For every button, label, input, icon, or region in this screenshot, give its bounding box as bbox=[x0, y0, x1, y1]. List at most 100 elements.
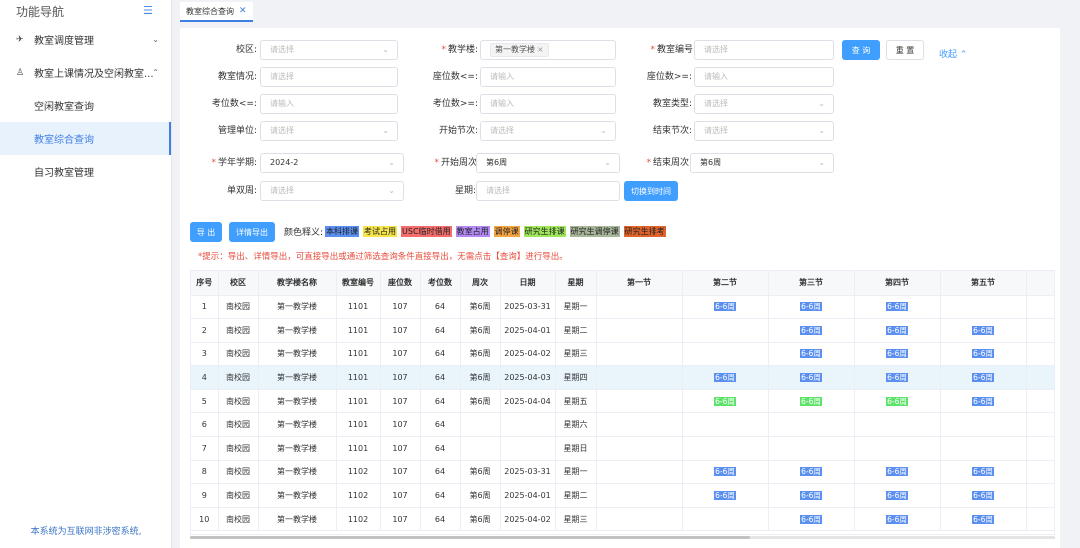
exam-le-input[interactable]: 请输入 bbox=[260, 94, 398, 114]
course-week-badge[interactable]: 6-6周 bbox=[714, 467, 736, 477]
course-week-badge[interactable]: 6-6周 bbox=[886, 514, 908, 524]
period-cell[interactable]: 6-6周 bbox=[682, 483, 769, 508]
table-row[interactable]: 2 南校园 第一教学楼 1101 107 64 第6周 2025-04-01 星期二 6-6周 6-… bbox=[191, 318, 1054, 343]
period-cell[interactable] bbox=[682, 436, 769, 461]
course-week-badge[interactable]: 6-6周 bbox=[800, 467, 822, 477]
table-row[interactable]: 10 南校园 第一教学楼 1102 107 64 第6周 2025-04-02 星期三 6-6周 6… bbox=[191, 507, 1054, 532]
table-row[interactable]: 6 南校园 第一教学楼 1101 107 64 星期六 bbox=[191, 412, 1054, 438]
switch-time-button[interactable]: 切换到时间 bbox=[624, 181, 678, 201]
period-cell[interactable]: 6-6周 bbox=[768, 342, 855, 367]
campus-select[interactable]: 请选择 ⌄ bbox=[260, 40, 398, 60]
period-cell[interactable] bbox=[768, 436, 855, 461]
course-week-badge[interactable]: 6-6周 bbox=[972, 349, 994, 359]
course-week-badge[interactable]: 6-6周 bbox=[886, 325, 908, 335]
sidebar-item-classroom-query[interactable]: 教室综合查询 bbox=[0, 122, 171, 155]
period-cell[interactable]: 6-6周 bbox=[854, 365, 941, 390]
period-cell[interactable]: 6-6周 bbox=[854, 295, 941, 320]
course-week-badge[interactable]: 6-6周 bbox=[972, 491, 994, 501]
menu-group-classroom-usage[interactable]: ♙ 教室上课情况及空闲教室... ⌃ bbox=[0, 56, 171, 89]
table-row[interactable]: 8 南校园 第一教学楼 1102 107 64 第6周 2025-03-31 星期一 6-6周 6-… bbox=[191, 460, 1054, 485]
period-cell[interactable]: 6-6周 bbox=[940, 389, 1027, 414]
reset-button[interactable]: 重 置 bbox=[886, 40, 924, 60]
course-week-badge[interactable]: 6-6周 bbox=[886, 491, 908, 501]
export-detail-button[interactable]: 详情导出 bbox=[229, 222, 275, 242]
term-select[interactable]: 2024-2 ⌄ bbox=[260, 153, 404, 173]
period-cell[interactable] bbox=[596, 483, 683, 508]
scrollbar-thumb[interactable] bbox=[190, 536, 750, 539]
period-cell[interactable]: 6-6周 bbox=[768, 295, 855, 320]
end-week-select[interactable]: 第6周 ⌄ bbox=[690, 153, 834, 173]
sidebar-item-study-room[interactable]: 自习教室管理 bbox=[0, 155, 171, 188]
period-cell[interactable]: 6-6周 bbox=[682, 389, 769, 414]
period-cell[interactable]: 6-6周 bbox=[940, 365, 1027, 390]
period-cell[interactable] bbox=[596, 436, 683, 461]
table-row[interactable]: 1 南校园 第一教学楼 1101 107 64 第6周 2025-03-31 星期一 6-6周 6-… bbox=[191, 295, 1054, 320]
period-cell[interactable]: 6-6周 bbox=[768, 460, 855, 485]
course-week-badge[interactable]: 6-6周 bbox=[886, 302, 908, 312]
period-cell[interactable]: 6-6周 bbox=[682, 365, 769, 390]
course-week-badge[interactable]: 6-6周 bbox=[972, 325, 994, 335]
period-cell[interactable] bbox=[682, 412, 769, 438]
course-week-badge[interactable]: 6-6周 bbox=[972, 396, 994, 406]
query-button[interactable]: 查 询 bbox=[842, 40, 880, 60]
period-cell[interactable]: 6-6周 bbox=[854, 389, 941, 414]
period-cell[interactable]: 6-6周 bbox=[682, 460, 769, 485]
period-cell[interactable]: 6-6周 bbox=[682, 295, 769, 320]
tag-close-icon[interactable]: × bbox=[537, 45, 544, 54]
period-cell[interactable]: 6-6周 bbox=[854, 318, 941, 343]
course-week-badge[interactable]: 6-6周 bbox=[972, 514, 994, 524]
exam-ge-input[interactable]: 请输入 bbox=[480, 94, 616, 114]
course-week-badge[interactable]: 6-6周 bbox=[800, 325, 822, 335]
period-cell[interactable]: 6-6周 bbox=[854, 483, 941, 508]
table-row[interactable]: 9 南校园 第一教学楼 1102 107 64 第6周 2025-04-01 星期二 6-6周 6-… bbox=[191, 483, 1054, 508]
menu-group-classroom-scheduling[interactable]: ✈ 教室调度管理 ⌄ bbox=[0, 23, 171, 56]
course-week-badge[interactable]: 6-6周 bbox=[886, 396, 908, 406]
course-week-badge[interactable]: 6-6周 bbox=[800, 491, 822, 501]
odd-even-select[interactable]: 请选择 ⌄ bbox=[260, 181, 404, 201]
sidebar-item-free-classroom[interactable]: 空闲教室查询 bbox=[0, 89, 171, 122]
period-cell[interactable]: 6-6周 bbox=[768, 483, 855, 508]
period-cell[interactable] bbox=[682, 507, 769, 532]
course-week-badge[interactable]: 6-6周 bbox=[886, 349, 908, 359]
room-no-select[interactable]: 请选择 bbox=[694, 40, 834, 60]
seat-ge-input[interactable]: 请输入 bbox=[694, 67, 834, 87]
menu-collapse-icon[interactable]: ☰ bbox=[143, 5, 155, 16]
building-select[interactable]: 第一教学楼 × bbox=[480, 40, 616, 60]
start-week-select[interactable]: 第6周 ⌄ bbox=[476, 153, 620, 173]
course-week-badge[interactable]: 6-6周 bbox=[714, 396, 736, 406]
course-week-badge[interactable]: 6-6周 bbox=[972, 467, 994, 477]
period-cell[interactable] bbox=[596, 342, 683, 367]
room-type-select[interactable]: 请选择 ⌄ bbox=[694, 94, 834, 114]
close-icon[interactable]: ✕ bbox=[239, 6, 247, 16]
dept-select[interactable]: 请选择 ⌄ bbox=[260, 121, 398, 141]
period-cell[interactable] bbox=[596, 412, 683, 438]
period-cell[interactable] bbox=[854, 436, 941, 461]
course-week-badge[interactable]: 6-6周 bbox=[972, 373, 994, 383]
period-cell[interactable]: 6-6周 bbox=[768, 507, 855, 532]
horizontal-scrollbar[interactable] bbox=[190, 536, 1055, 539]
period-cell[interactable]: 6-6周 bbox=[940, 318, 1027, 343]
course-week-badge[interactable]: 6-6周 bbox=[800, 396, 822, 406]
period-cell[interactable] bbox=[596, 507, 683, 532]
course-week-badge[interactable]: 6-6周 bbox=[714, 302, 736, 312]
period-cell[interactable]: 6-6周 bbox=[854, 460, 941, 485]
weekday-select[interactable]: 请选择 bbox=[476, 181, 620, 201]
period-cell[interactable] bbox=[940, 412, 1027, 438]
period-cell[interactable]: 6-6周 bbox=[940, 483, 1027, 508]
course-week-badge[interactable]: 6-6周 bbox=[714, 491, 736, 501]
course-week-badge[interactable]: 6-6周 bbox=[714, 373, 736, 383]
export-button[interactable]: 导 出 bbox=[190, 222, 222, 242]
course-week-badge[interactable]: 6-6周 bbox=[800, 373, 822, 383]
period-cell[interactable]: 6-6周 bbox=[768, 389, 855, 414]
period-cell[interactable]: 6-6周 bbox=[854, 342, 941, 367]
table-row[interactable]: 3 南校园 第一教学楼 1101 107 64 第6周 2025-04-02 星期三 6-6周 6-… bbox=[191, 342, 1054, 367]
table-row[interactable]: 4 南校园 第一教学楼 1101 107 64 第6周 2025-04-03 星期四 6-6周 6-… bbox=[191, 365, 1054, 390]
period-cell[interactable] bbox=[596, 389, 683, 414]
course-week-badge[interactable]: 6-6周 bbox=[886, 373, 908, 383]
period-cell[interactable]: 6-6周 bbox=[940, 507, 1027, 532]
end-period-select[interactable]: 请选择 ⌄ bbox=[694, 121, 834, 141]
period-cell[interactable]: 6-6周 bbox=[940, 460, 1027, 485]
collapse-link[interactable]: 收起 ⌃ bbox=[939, 47, 967, 60]
tab-classroom-query[interactable]: 教室综合查询 ✕ bbox=[180, 2, 253, 22]
course-week-badge[interactable]: 6-6周 bbox=[886, 467, 908, 477]
